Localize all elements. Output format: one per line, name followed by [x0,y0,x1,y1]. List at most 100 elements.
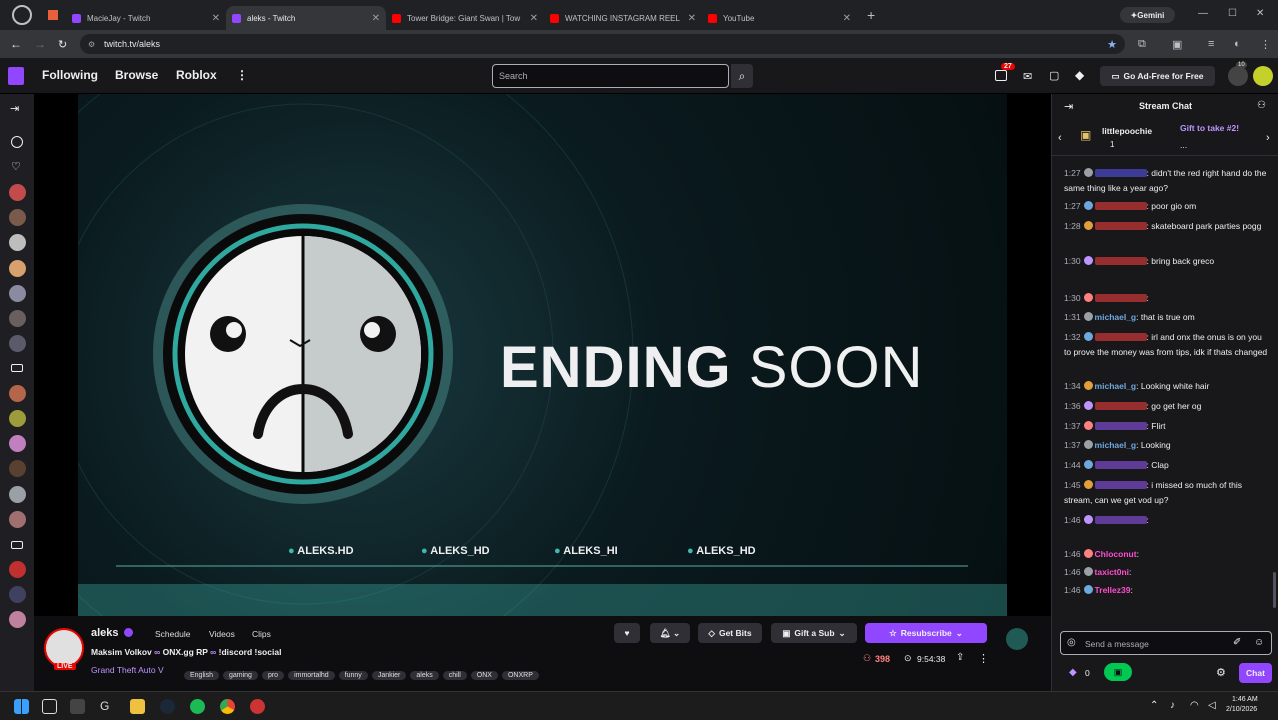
chat-username[interactable] [1094,257,1147,265]
channel-points-icon[interactable]: ◆ [1069,667,1077,678]
points-bonus-button[interactable]: ▣ [1104,663,1132,681]
chat-input[interactable]: ◎ Send a message ✐ ☺ [1060,631,1272,655]
close-icon[interactable]: ✕ [372,13,380,24]
chat-send-button[interactable]: Chat [1239,663,1272,683]
volume-icon[interactable]: ◁ [1208,700,1216,711]
chat-username[interactable]: Trellez39 [1095,585,1131,595]
recommended-icon[interactable] [11,136,23,148]
address-bar[interactable]: ⚙ twitch.tv/aleks ★ [80,34,1125,54]
channel-avatar[interactable] [9,561,26,578]
reload-icon[interactable]: ↻ [58,38,67,51]
more-options-icon[interactable]: ⋮ [978,652,989,665]
crown-icon[interactable]: ◆ [1075,68,1084,82]
profile-avatar[interactable] [1253,66,1273,86]
bookmark-star-icon[interactable]: ★ [1107,38,1117,51]
search-input[interactable]: Search [492,64,729,88]
chat-username[interactable] [1094,422,1147,430]
tab-other-icon[interactable] [48,10,58,20]
chat-username[interactable] [1094,222,1147,230]
tag[interactable]: gaming [222,671,258,680]
tag[interactable]: chill [442,671,467,680]
follow-button[interactable]: ♥ [614,623,640,643]
chat-username[interactable] [1094,461,1147,469]
heart-icon[interactable]: ♡ [11,160,21,173]
chat-username[interactable] [1094,402,1147,410]
channel-avatar[interactable] [9,435,26,452]
channel-avatar[interactable] [9,611,26,628]
tag[interactable]: aleks [410,671,439,680]
more-dots-icon[interactable]: ⋮ [236,68,248,82]
user-avatar[interactable] [1228,66,1248,86]
chat-username[interactable]: michaeI_g [1095,440,1137,450]
tray-chevron-icon[interactable]: ⌃ [1150,700,1158,711]
gift-sub-button[interactable]: ▣ Gift a Sub ⌄ [771,623,857,643]
game-link[interactable]: Grand Theft Auto V [91,665,164,675]
chat-username[interactable]: taxict0ni [1095,567,1130,577]
tab-schedule[interactable]: Schedule [155,629,190,639]
inbox-icon[interactable]: ✉ [1023,70,1032,83]
extensions-icon[interactable]: ⧉ [1138,38,1146,51]
close-window-button[interactable]: ✕ [1256,8,1264,19]
channel-avatar[interactable] [9,184,26,201]
tag[interactable]: English [184,671,219,680]
tag[interactable]: ONX [470,671,498,680]
browser-tab[interactable]: MacieJay - Twitch ✕ [66,6,226,30]
forward-icon[interactable]: → [34,37,46,51]
twitch-logo-icon[interactable] [8,67,24,85]
chat-username[interactable] [1094,169,1147,177]
browser-menu-icon[interactable] [12,5,32,25]
notifications-button[interactable]: 🔔︎ ⌄ [650,623,690,643]
channel-avatar[interactable] [9,234,26,251]
tab-clips[interactable]: Clips [252,629,271,639]
sidebar-icon[interactable]: ▣ [1172,38,1182,51]
close-icon[interactable]: ✕ [843,13,851,24]
whispers-icon[interactable]: ▢ [1049,69,1059,82]
profile-icon[interactable]: ◐ [1234,38,1241,50]
taskbar-app-icon[interactable] [250,699,265,714]
taskbar-date[interactable]: 2/10/2026 [1226,706,1257,713]
chat-username[interactable] [1094,202,1147,210]
channel-avatar[interactable] [9,460,26,477]
site-info-icon[interactable]: ⚙ [88,40,95,49]
close-icon[interactable]: ✕ [212,13,220,24]
minimize-button[interactable]: — [1198,8,1208,19]
emote-icon[interactable]: ☺ [1254,637,1264,648]
chat-username[interactable]: Chloconut [1095,549,1137,559]
gemini-button[interactable]: ✦ Gemini [1120,7,1175,23]
channel-avatar[interactable] [9,410,26,427]
close-icon[interactable]: ✕ [688,13,696,24]
resubscribe-button[interactable]: ☆ Resubscribe ⌄ [865,623,987,643]
browser-tab[interactable]: YouTube ✕ [702,6,857,30]
maximize-button[interactable]: ☐ [1228,8,1237,19]
channel-avatar[interactable] [44,628,84,668]
taskbar-time[interactable]: 1:46 AM [1232,696,1258,703]
steam-icon[interactable] [160,699,175,714]
get-bits-button[interactable]: ◇ Get Bits [698,623,762,643]
chrome-icon[interactable] [220,699,235,714]
back-icon[interactable]: ← [10,37,22,51]
file-explorer-icon[interactable] [130,699,145,714]
chat-username[interactable]: michaeI_g [1095,312,1137,322]
search-button[interactable]: ⌕ [731,64,753,88]
tag[interactable]: Jankier [371,671,407,680]
video-camera-icon[interactable] [11,364,23,372]
new-tab-button[interactable]: + [867,7,875,23]
taskbar-app-icon[interactable] [42,699,57,714]
taskbar-app-icon[interactable]: G [100,699,115,714]
channel-avatar[interactable] [9,310,26,327]
tag[interactable]: ONXRP [501,671,539,680]
browser-tab[interactable]: WATCHING INSTAGRAM REEL ✕ [544,6,702,30]
channel-avatar[interactable] [9,260,26,277]
channel-avatar[interactable] [9,586,26,603]
chat-username[interactable] [1094,333,1147,341]
browser-tab-active[interactable]: aleks - Twitch ✕ [226,6,386,30]
notifications-icon[interactable] [995,70,1007,81]
tag[interactable]: pro [261,671,285,680]
chevron-right-icon[interactable]: › [1266,132,1270,144]
wifi-icon[interactable]: ◠ [1190,700,1199,711]
chevron-left-icon[interactable]: ‹ [1058,132,1062,144]
menu-dots-icon[interactable]: ⋮ [1260,38,1271,51]
channel-avatar[interactable] [9,486,26,503]
users-icon[interactable]: ⚇ [1257,100,1266,111]
windows-start-icon[interactable] [14,699,29,714]
